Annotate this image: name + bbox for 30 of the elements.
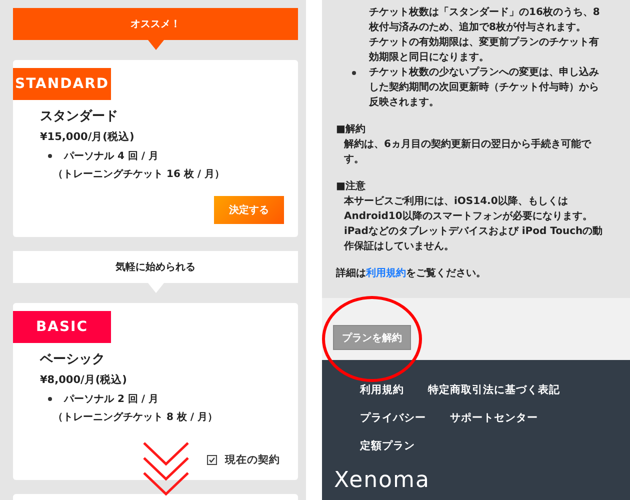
note-text: チケット枚数は「スタンダード」の16枚のうち、8 枚付与済みのため、追加で8枚が付与されます。 チケットの有効期限は、変更前プランのチケット有 効期限と同日になります。 [369, 6, 600, 65]
banner-text: 気軽に始められる [116, 260, 196, 274]
footer-link[interactable]: 利用規約 [360, 383, 404, 397]
footer-link[interactable]: プライバシー [360, 411, 426, 425]
section-heading: ■解約 [336, 122, 366, 137]
bullet-icon [48, 154, 52, 158]
details-text: 詳細は利用規約をご覧ください。 [336, 266, 487, 281]
feature-text: パーソナル 4 回 / 月 [64, 150, 159, 163]
feature-detail: （トレーニングチケット 8 枚 / 月） [53, 410, 219, 424]
banner-text: オススメ！ [130, 18, 180, 31]
plan-price: ¥15,000/月(税込) [40, 130, 136, 144]
bullet-icon [48, 397, 52, 401]
current-plan-label: 現在の契約 [225, 453, 280, 467]
plan-badge: BASIC [13, 311, 111, 343]
footer-link[interactable]: 定額プラン [360, 439, 415, 453]
down-chevrons-icon [143, 442, 189, 498]
footer-link[interactable]: 特定商取引法に基づく表記 [428, 383, 560, 397]
bullet-icon [352, 71, 356, 75]
plan-badge: STANDARD [13, 68, 111, 100]
footer-link[interactable]: サポートセンター [450, 411, 538, 425]
feature-text: パーソナル 2 回 / 月 [64, 393, 159, 406]
section-heading: ■注意 [336, 179, 366, 194]
note-text: チケット枚数の少ないプランへの変更は、申し込み した契約期間の次回更新時（チケット付与時）から 反映されます。 [369, 65, 599, 110]
plan-name: スタンダード [40, 108, 119, 126]
section-text: 解約は、6ヵ月目の契約更新日の翌日から手続き可能で す。 [342, 137, 592, 167]
plan-name: ベーシック [40, 351, 106, 369]
feature-detail: （トレーニングチケット 16 枚 / 月） [53, 168, 226, 181]
logo[interactable]: Xenoma [334, 468, 630, 493]
section-text: 本サービスご利用には、iOS14.0以降、もしくは Android10以降のスマートフォンが必要になります。 iPadなどのタブレットデバイスおよび iPod Touchの動 作保証はしていません。 [342, 194, 604, 254]
plan-price: ¥8,000/月(税込) [40, 373, 128, 387]
